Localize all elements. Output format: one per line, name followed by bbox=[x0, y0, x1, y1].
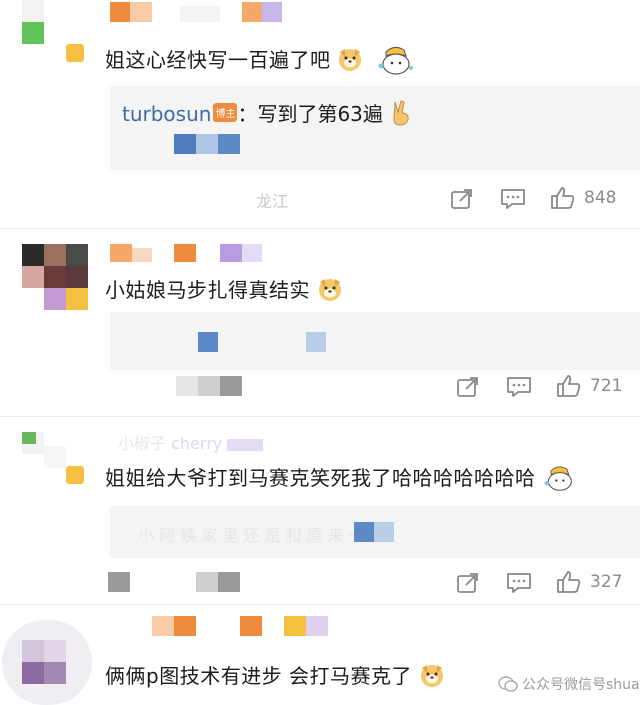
avatar[interactable] bbox=[22, 432, 86, 488]
username-mosaic[interactable] bbox=[110, 244, 270, 264]
share-button[interactable] bbox=[450, 188, 474, 210]
avatar[interactable] bbox=[22, 0, 90, 62]
like-count: 327 bbox=[590, 572, 623, 592]
reply-author[interactable]: turbosun bbox=[122, 102, 211, 126]
comment-text: 姐这心经快写一百遍了吧 bbox=[105, 42, 414, 81]
victory-hand-emoji bbox=[389, 100, 413, 131]
comment-icon bbox=[501, 189, 525, 209]
dog-emoji bbox=[419, 662, 445, 693]
divider bbox=[0, 416, 640, 417]
share-icon bbox=[451, 189, 472, 209]
comment-text: 小姑娘马步扎得真结实 bbox=[105, 274, 343, 307]
location: 龙江 bbox=[256, 192, 289, 211]
comment-button[interactable] bbox=[506, 376, 532, 398]
divider bbox=[0, 228, 640, 229]
comment-text: 姐姐给大爷打到马赛克笑死我了哈哈哈哈哈哈哈 bbox=[105, 462, 576, 497]
like-button[interactable]: 327 bbox=[556, 570, 622, 594]
like-count: 848 bbox=[584, 188, 617, 208]
reply-box[interactable]: turbosun 博主 ：写到了第63遍 bbox=[110, 86, 640, 170]
share-icon bbox=[457, 573, 478, 593]
share-icon bbox=[457, 377, 478, 397]
thumbs-up-icon bbox=[557, 375, 581, 397]
avatar[interactable] bbox=[22, 244, 88, 310]
dog-emoji bbox=[337, 46, 363, 77]
comment-icon bbox=[507, 377, 531, 397]
comment-button[interactable] bbox=[500, 188, 526, 210]
username-mosaic[interactable] bbox=[110, 2, 290, 24]
like-button[interactable]: 721 bbox=[556, 374, 622, 398]
share-button[interactable] bbox=[456, 572, 480, 594]
wechat-icon bbox=[498, 676, 518, 692]
username[interactable]: 小椒子 cherry bbox=[118, 430, 264, 454]
chick-emoji bbox=[376, 42, 414, 81]
reply-box[interactable]: 小 阿 姨 家 里 还 是 和 原 来 一 样 bbox=[110, 506, 640, 558]
comment-icon bbox=[507, 573, 531, 593]
thumbs-up-icon bbox=[551, 187, 575, 209]
share-button[interactable] bbox=[456, 376, 480, 398]
avatar[interactable] bbox=[2, 620, 92, 705]
chick-emoji bbox=[542, 462, 576, 497]
watermark: 公众号微信号shuaf bbox=[494, 672, 640, 696]
author-badge: 博主 bbox=[213, 103, 238, 122]
reply-text: ：写到了第63遍 bbox=[237, 102, 383, 126]
like-count: 721 bbox=[590, 376, 623, 396]
thumbs-up-icon bbox=[557, 571, 581, 593]
comment-button[interactable] bbox=[506, 572, 532, 594]
divider bbox=[0, 604, 640, 605]
reply-box[interactable] bbox=[110, 312, 640, 370]
comment-text: 俩俩p图技术有进步 会打马赛克了 bbox=[105, 660, 445, 693]
dog-emoji bbox=[317, 276, 343, 307]
username-mosaic[interactable] bbox=[152, 616, 352, 638]
like-button[interactable]: 848 bbox=[550, 186, 616, 210]
